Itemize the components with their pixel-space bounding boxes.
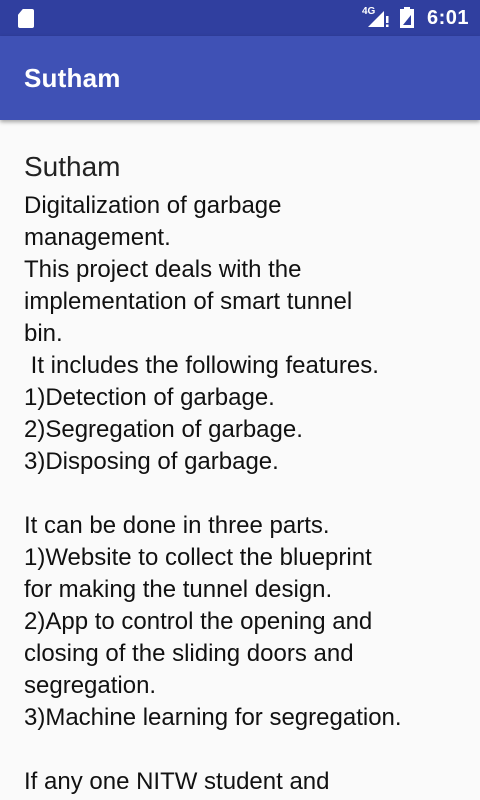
project-title: Sutham	[24, 151, 121, 182]
status-bar: 4G 6:01	[0, 0, 480, 36]
battery-icon	[400, 7, 414, 28]
sd-card-icon	[18, 9, 34, 28]
app-bar-title: Sutham	[24, 63, 121, 93]
project-body-text: Digitalization of garbage management. Th…	[24, 192, 402, 795]
project-description: Sutham Digitalization of garbage managem…	[24, 148, 464, 798]
app-bar: Sutham	[0, 36, 480, 120]
status-clock: 6:01	[427, 7, 470, 29]
signal-icon	[368, 11, 389, 27]
